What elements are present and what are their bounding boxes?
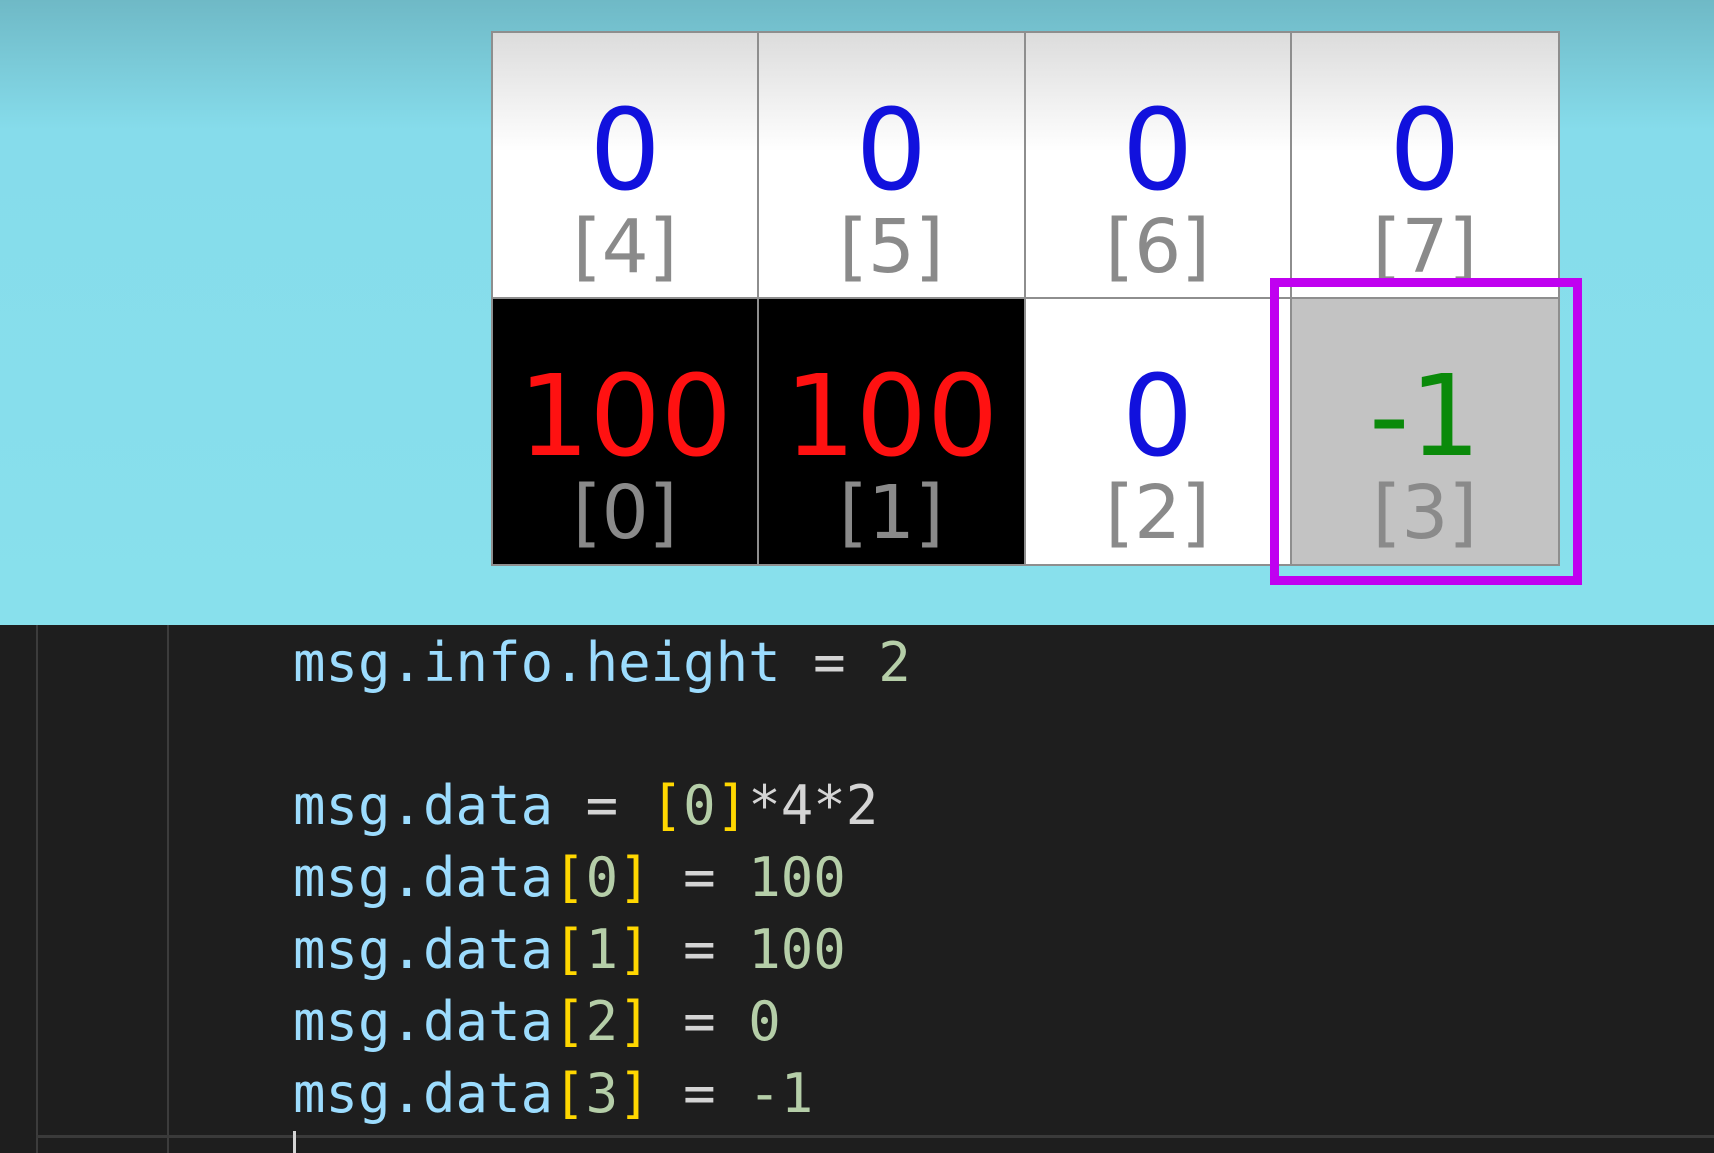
- grid-cell-6: 0 [6]: [1025, 33, 1292, 299]
- code-number: 2: [585, 990, 619, 1053]
- code-operator: =: [650, 846, 749, 909]
- cell-value: 0: [1121, 351, 1194, 482]
- code-bracket: [: [650, 774, 684, 837]
- cell-value: 100: [518, 351, 733, 482]
- cell-index-label: [6]: [1105, 204, 1211, 290]
- code-number: 0: [585, 846, 619, 909]
- cell-value: 100: [784, 351, 999, 482]
- cell-index-label: [2]: [1105, 469, 1211, 556]
- code-bracket: [: [553, 990, 586, 1053]
- code-bracket: ]: [618, 918, 651, 981]
- cell-value: -1: [1369, 351, 1481, 482]
- code-number: 100: [748, 918, 846, 981]
- code-line[interactable]: msg.data = [0]*4*2: [293, 776, 878, 836]
- code-line[interactable]: msg.data[1] = 100: [293, 920, 846, 980]
- code-line[interactable]: msg.data[2] = 0: [293, 992, 781, 1052]
- code-variable: msg.info.height: [293, 631, 781, 694]
- occupancy-grid-visualization: 0 [4] 0 [5] 0 [6] 0 [7] 100 [0] 100 [1] …: [0, 0, 1714, 625]
- code-editor[interactable]: msg.info.height = 2 msg.data = [0]*4*2 m…: [0, 625, 1714, 1153]
- code-variable: msg.data: [293, 1062, 554, 1125]
- code-operator: =: [650, 990, 749, 1053]
- grid-cell-3: -1 [3]: [1291, 298, 1558, 564]
- cell-index-label: [7]: [1372, 204, 1478, 290]
- code-bracket: [: [553, 1062, 586, 1125]
- grid-cell-5: 0 [5]: [759, 33, 1026, 299]
- code-bracket: [: [553, 918, 586, 981]
- grid-cell-4: 0 [4]: [493, 33, 760, 299]
- code-bracket: ]: [715, 774, 749, 837]
- grid-cell-0: 100 [0]: [493, 298, 760, 564]
- code-operator: =: [780, 631, 879, 694]
- cell-value: 0: [1389, 86, 1461, 216]
- text-cursor: [293, 1131, 296, 1153]
- cell-value: 0: [1121, 86, 1194, 216]
- cell-value: 0: [589, 86, 661, 216]
- code-variable: msg.data: [293, 990, 554, 1053]
- occupancy-grid: 0 [4] 0 [5] 0 [6] 0 [7] 100 [0] 100 [1] …: [491, 31, 1560, 566]
- cell-index-label: [0]: [572, 469, 678, 556]
- editor-divider: [36, 1135, 1714, 1138]
- code-number: 100: [748, 846, 846, 909]
- code-variable: msg.data: [293, 846, 554, 909]
- code-variable: msg.data: [293, 918, 554, 981]
- cell-index-label: [1]: [838, 469, 944, 556]
- code-variable: msg.data: [293, 774, 554, 837]
- cell-index-label: [3]: [1372, 469, 1478, 556]
- code-line[interactable]: msg.data[0] = 100: [293, 848, 846, 908]
- code-bracket: [: [553, 846, 586, 909]
- code-number: 2: [878, 631, 911, 694]
- grid-cell-7: 0 [7]: [1291, 33, 1558, 299]
- indent-guide: [167, 625, 169, 1153]
- code-number: 1: [585, 918, 619, 981]
- cell-index-label: [5]: [838, 204, 944, 290]
- code-bracket: ]: [618, 990, 651, 1053]
- grid-cell-2: 0 [2]: [1025, 298, 1292, 564]
- code-line[interactable]: msg.data[3] = -1: [293, 1064, 813, 1124]
- code-operator: =: [650, 918, 749, 981]
- cell-index-label: [4]: [572, 204, 678, 290]
- code-bracket: ]: [618, 1062, 651, 1125]
- code-number: 0: [683, 774, 716, 837]
- code-bracket: ]: [618, 846, 651, 909]
- cell-value: 0: [855, 86, 927, 216]
- code-number: 0: [748, 990, 781, 1053]
- code-line[interactable]: msg.info.height = 2: [293, 633, 911, 693]
- code-operator: *4*2: [748, 774, 879, 837]
- code-operator: =: [553, 774, 651, 837]
- code-number: -1: [748, 1062, 814, 1125]
- code-number: 3: [585, 1062, 619, 1125]
- indent-guide: [36, 625, 38, 1153]
- grid-cell-1: 100 [1]: [759, 298, 1026, 564]
- code-operator: =: [650, 1062, 749, 1125]
